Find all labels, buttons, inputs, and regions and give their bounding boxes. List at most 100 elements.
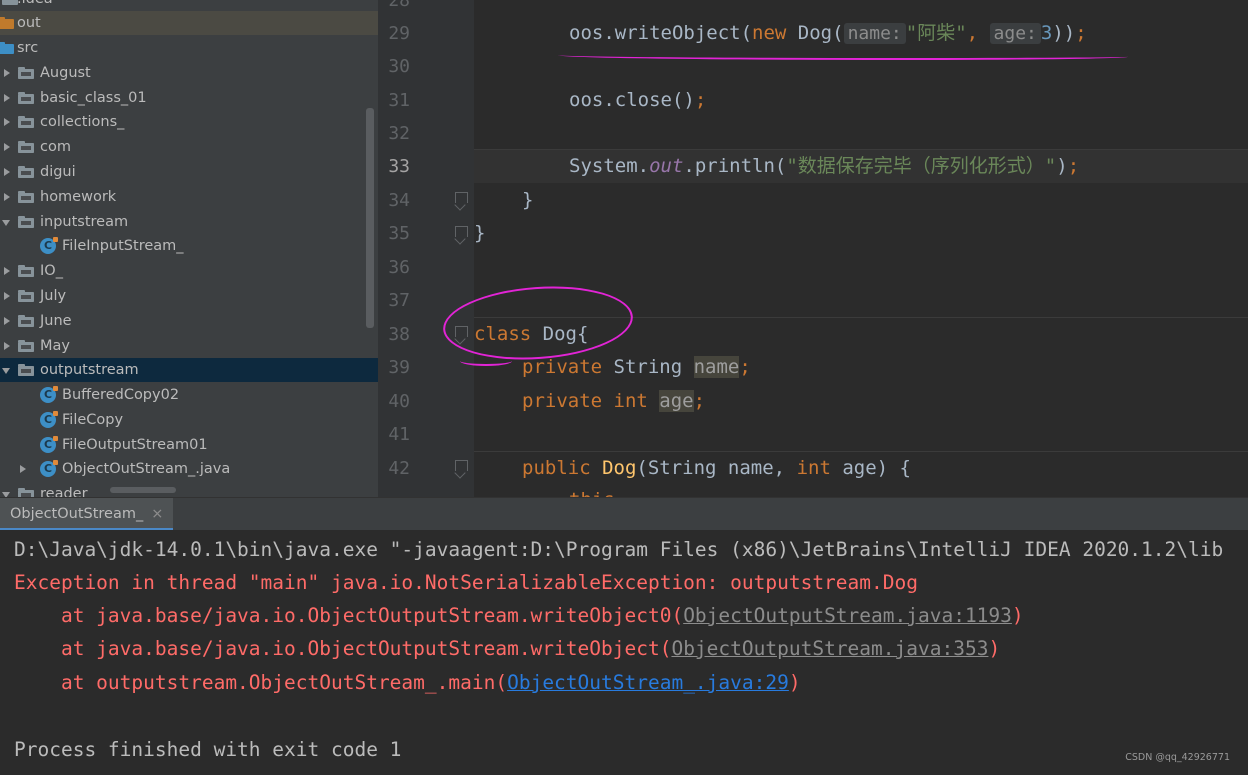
chevron-right-icon[interactable] <box>2 309 12 333</box>
line-number: 31 <box>388 90 410 111</box>
chevron-right-icon[interactable] <box>2 284 12 308</box>
chevron-down-icon[interactable] <box>2 482 12 497</box>
tree-item-label: June <box>40 313 72 329</box>
tree-item-io[interactable]: IO_ <box>0 259 378 283</box>
package-icon <box>18 216 34 228</box>
chevron-right-icon[interactable] <box>2 86 12 110</box>
chevron-right-icon[interactable] <box>18 457 28 481</box>
stack-link[interactable]: ObjectOutputStream.java:1193 <box>683 604 1012 627</box>
chevron-right-icon[interactable] <box>2 110 12 134</box>
folder-icon <box>0 17 14 29</box>
line-number: 35 <box>388 223 410 244</box>
line-number: 29 <box>388 23 410 44</box>
java-class-icon: C <box>40 237 58 254</box>
tree-item-idea[interactable]: .idea <box>0 0 378 11</box>
tree-item-june[interactable]: June <box>0 309 378 333</box>
line-number: 41 <box>388 424 410 445</box>
tree-item-label: IO_ <box>40 263 63 279</box>
line-number: 38 <box>388 324 410 345</box>
code-editor[interactable]: oos.writeObject(new Dog(name: "阿柴", age: 3… <box>474 0 1248 497</box>
tree-horizontal-scrollbar[interactable] <box>110 487 176 493</box>
fold-marker-icon[interactable] <box>455 460 468 476</box>
tree-item-src[interactable]: src <box>0 36 378 60</box>
package-icon <box>18 340 34 352</box>
code-line-29: oos.writeObject(new Dog(name: "阿柴", age: 3… <box>569 22 1087 44</box>
run-tool-window-tabs: ObjectOutStream_ × <box>0 497 1248 531</box>
tree-item-august[interactable]: August <box>0 61 378 85</box>
package-icon <box>18 141 34 153</box>
chevron-down-icon[interactable] <box>2 210 12 234</box>
fold-marker-icon[interactable] <box>455 192 468 208</box>
fold-marker-icon[interactable] <box>455 226 468 242</box>
console-exception-line: Exception in thread "main" java.io.NotSe… <box>14 571 918 594</box>
tree-item-objectoutstream[interactable]: C ObjectOutStream_.java <box>0 457 378 481</box>
code-line-43: this <box>569 484 615 497</box>
stack-link-source[interactable]: ObjectOutStream_.java:29 <box>507 671 789 694</box>
tree-item-may[interactable]: May <box>0 334 378 358</box>
tree-item-fileoutputstream01[interactable]: C FileOutputStream01 <box>0 433 378 457</box>
param-hint: name: <box>843 23 906 44</box>
line-number: 37 <box>388 290 410 311</box>
tree-item-inputstream[interactable]: inputstream <box>0 210 378 234</box>
tree-item-basic-class-01[interactable]: basic_class_01 <box>0 86 378 110</box>
tree-item-label: FileCopy <box>62 412 124 428</box>
tree-item-label: reader <box>40 486 88 497</box>
folder-icon <box>0 42 14 54</box>
close-icon[interactable]: × <box>151 506 163 522</box>
chevron-right-icon[interactable] <box>2 334 12 358</box>
code-line-31: oos.close(); <box>569 89 707 111</box>
tree-item-label: out <box>17 15 41 31</box>
console-stack-line: at java.base/java.io.ObjectOutputStream.… <box>14 604 1024 627</box>
tree-item-digui[interactable]: digui <box>0 160 378 184</box>
tree-item-label: outputstream <box>40 362 139 378</box>
package-icon <box>18 290 34 302</box>
tree-item-collections[interactable]: collections_ <box>0 110 378 134</box>
tree-item-fileinputstream[interactable]: C FileInputStream_ <box>0 234 378 258</box>
code-line-35: } <box>474 222 486 244</box>
console-stack-line: at java.base/java.io.ObjectOutputStream.… <box>14 637 1001 660</box>
project-tree-panel: .idea out src August basic_class_01 coll… <box>0 0 378 497</box>
annotation-tail <box>460 356 512 366</box>
line-number-current: 33 <box>388 156 410 177</box>
tree-item-homework[interactable]: homework <box>0 185 378 209</box>
tree-item-label: homework <box>40 189 117 205</box>
chevron-right-icon[interactable] <box>2 61 12 85</box>
package-icon <box>18 191 34 203</box>
console-stack-line: at outputstream.ObjectOutStream_.main(Ob… <box>14 671 801 694</box>
tree-item-com[interactable]: com <box>0 135 378 159</box>
chevron-right-icon[interactable] <box>2 185 12 209</box>
tree-item-label: FileInputStream_ <box>62 238 184 254</box>
line-number: 34 <box>388 190 410 211</box>
line-number: 28 <box>388 0 410 11</box>
tab-objectoutstream[interactable]: ObjectOutStream_ × <box>0 498 174 531</box>
tree-item-reader[interactable]: reader <box>0 482 378 497</box>
tree-item-outputstream[interactable]: outputstream <box>0 358 378 382</box>
chevron-right-icon[interactable] <box>2 135 12 159</box>
chevron-down-icon[interactable] <box>2 358 12 382</box>
tree-item-label: .idea <box>17 0 53 11</box>
tree-item-label: August <box>40 65 91 81</box>
code-line-33: System.out.println("数据保存完毕（序列化形式）"); <box>569 155 1080 177</box>
package-icon <box>18 364 34 376</box>
tree-item-filecopy[interactable]: C FileCopy <box>0 408 378 432</box>
tree-item-label: collections_ <box>40 114 125 130</box>
run-console[interactable]: D:\Java\jdk-14.0.1\bin\java.exe "-javaag… <box>0 530 1248 775</box>
code-line-42: public Dog(String name, int age) { <box>522 457 911 479</box>
tree-item-out[interactable]: out <box>0 11 378 35</box>
java-class-icon: C <box>40 436 58 453</box>
tree-item-label: BufferedCopy02 <box>62 387 180 403</box>
chevron-right-icon[interactable] <box>2 160 12 184</box>
line-number: 36 <box>388 257 410 278</box>
tree-item-label: FileOutputStream01 <box>62 437 208 453</box>
package-icon <box>18 265 34 277</box>
package-icon <box>18 67 34 79</box>
tree-vertical-scrollbar[interactable] <box>366 108 374 328</box>
package-icon <box>18 92 34 104</box>
line-number: 42 <box>388 458 410 479</box>
tree-item-july[interactable]: July <box>0 284 378 308</box>
stack-link[interactable]: ObjectOutputStream.java:353 <box>671 637 988 660</box>
chevron-right-icon[interactable] <box>2 259 12 283</box>
code-line-40: private int age; <box>522 390 706 412</box>
tab-label: ObjectOutStream_ <box>10 506 144 522</box>
tree-item-bufferedcopy02[interactable]: C BufferedCopy02 <box>0 383 378 407</box>
